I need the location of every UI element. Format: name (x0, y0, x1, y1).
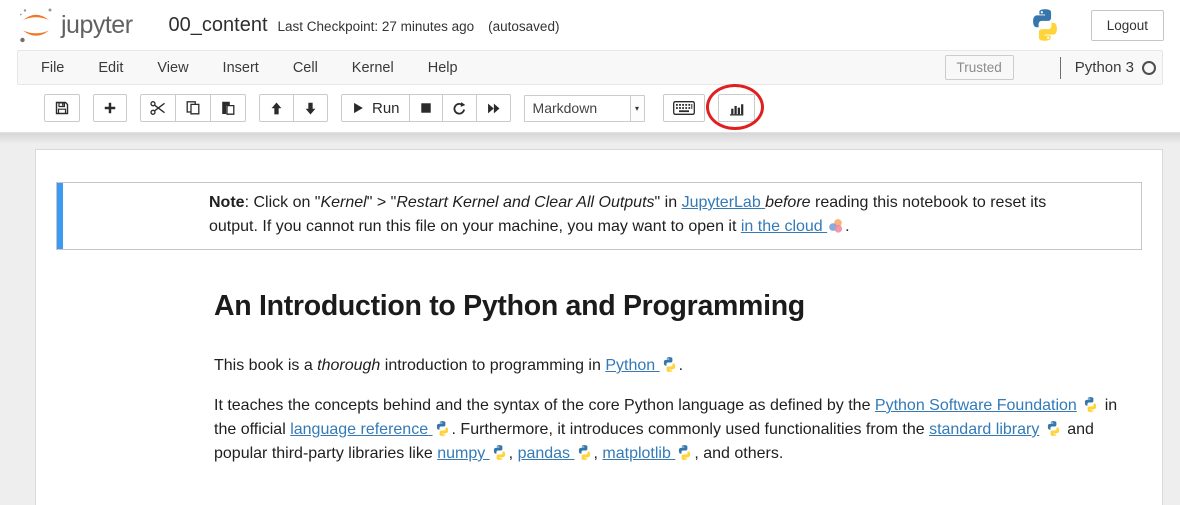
note-text: Note: Click on "Kernel" > "Restart Kerne… (209, 191, 1097, 239)
interrupt-kernel-button[interactable] (409, 94, 443, 122)
arrow-down-icon (303, 101, 318, 116)
text-segment: , and others. (694, 445, 783, 462)
text-segment: " > " (367, 194, 397, 211)
text-segment: . (679, 357, 683, 374)
copy-icon (185, 100, 201, 116)
python-icon (491, 444, 508, 461)
logout-button[interactable]: Logout (1091, 10, 1164, 41)
link-in-the-cloud[interactable]: in the cloud (741, 218, 827, 235)
save-button[interactable] (44, 94, 80, 122)
save-icon (54, 100, 70, 116)
page-title: An Introduction to Python and Programmin… (214, 290, 1122, 323)
scissors-icon (150, 100, 166, 116)
link-matplotlib[interactable]: matplotlib (602, 445, 675, 462)
menu-help[interactable]: Help (411, 51, 475, 84)
menu-file[interactable]: File (24, 51, 81, 84)
note-callout: Note: Click on "Kernel" > "Restart Kerne… (56, 182, 1142, 250)
python-icon (1082, 396, 1099, 413)
play-icon (351, 101, 365, 115)
paste-cell-button[interactable] (210, 94, 246, 122)
trusted-badge[interactable]: Trusted (945, 55, 1014, 80)
cloud-binder-icon (828, 218, 844, 234)
text-segment: before (765, 194, 810, 211)
move-cell-down-button[interactable] (293, 94, 328, 122)
text-segment: " in (655, 194, 682, 211)
copy-cell-button[interactable] (175, 94, 211, 122)
jupyter-logo-text: jupyter (61, 11, 133, 40)
jupyter-logo[interactable]: jupyter (16, 5, 133, 45)
fast-forward-icon (486, 101, 501, 116)
paste-icon (220, 100, 236, 116)
chart-tool-button[interactable] (718, 94, 755, 122)
menubar-container: File Edit View Insert Cell Kernel Help T… (0, 50, 1180, 85)
notebook-title[interactable]: 00_content (169, 14, 268, 37)
keyboard-icon (673, 101, 695, 115)
python-logo-icon (1027, 7, 1063, 43)
restart-run-all-button[interactable] (476, 94, 511, 122)
notebook-page: Note: Click on "Kernel" > "Restart Kerne… (35, 149, 1163, 505)
arrow-up-icon (269, 101, 284, 116)
kernel-name: Python 3 (1075, 59, 1134, 76)
add-cell-button[interactable] (93, 94, 127, 122)
text-segment: : Click on " (245, 194, 321, 211)
cell-type-select[interactable]: Markdown ▾ (524, 95, 645, 122)
restart-icon (452, 101, 467, 116)
jupyter-logo-icon (16, 5, 56, 45)
note-accent-bar (57, 183, 63, 249)
notebook-header: jupyter 00_content Last Checkpoint: 27 m… (0, 0, 1180, 50)
text-segment: Kernel (320, 194, 366, 211)
text-segment: . (845, 218, 849, 235)
command-palette-button[interactable] (663, 94, 705, 122)
menu-cell[interactable]: Cell (276, 51, 335, 84)
link-python[interactable]: Python (605, 357, 659, 374)
text-segment: Restart Kernel and Clear All Outputs (396, 194, 654, 211)
menubar: File Edit View Insert Cell Kernel Help T… (17, 50, 1163, 85)
link-standard-library[interactable]: standard library (929, 421, 1039, 438)
text-segment: It teaches the concepts behind and the s… (214, 397, 875, 414)
markdown-cell[interactable]: Note: Click on "Kernel" > "Restart Kerne… (36, 182, 1162, 496)
text-segment (1077, 397, 1081, 414)
text-segment: , (509, 445, 518, 462)
run-button-label: Run (372, 100, 400, 117)
python-icon (434, 420, 451, 437)
link-language-reference[interactable]: language reference (290, 421, 432, 438)
python-icon (576, 444, 593, 461)
python-icon (661, 356, 678, 373)
kernel-idle-icon (1142, 61, 1156, 75)
move-cell-up-button[interactable] (259, 94, 294, 122)
stop-icon (419, 101, 433, 115)
text-segment: introduction to programming in (380, 357, 605, 374)
link-pandas[interactable]: pandas (518, 445, 575, 462)
link-jupyterlab[interactable]: JupyterLab (682, 194, 766, 211)
text-segment (1039, 421, 1043, 438)
notebook-toolbar: Run Markdown ▾ (0, 85, 1180, 133)
menu-kernel[interactable]: Kernel (335, 51, 411, 84)
plus-icon (103, 101, 117, 115)
text-segment: Note (209, 194, 245, 211)
menu-edit[interactable]: Edit (81, 51, 140, 84)
details-paragraph: It teaches the concepts behind and the s… (214, 394, 1122, 466)
intro-paragraph: This book is a thorough introduction to … (214, 354, 1122, 378)
python-icon (1045, 420, 1062, 437)
menu-view[interactable]: View (140, 51, 205, 84)
cell-type-value: Markdown (525, 100, 630, 116)
text-segment: This book is a (214, 357, 317, 374)
bar-chart-icon (728, 100, 745, 117)
menubar-divider (1060, 57, 1061, 79)
text-segment: . Furthermore, it introduces commonly us… (452, 421, 930, 438)
notebook-workspace: Note: Click on "Kernel" > "Restart Kerne… (0, 133, 1180, 505)
select-arrow-icon: ▾ (630, 96, 644, 121)
autosave-status: (autosaved) (488, 19, 559, 34)
run-cell-button[interactable]: Run (341, 94, 410, 122)
restart-kernel-button[interactable] (442, 94, 477, 122)
checkpoint-status: Last Checkpoint: 27 minutes ago (278, 19, 475, 34)
python-icon (676, 444, 693, 461)
text-segment: thorough (317, 357, 380, 374)
link-python-software-foundation[interactable]: Python Software Foundation (875, 397, 1077, 414)
menu-insert[interactable]: Insert (206, 51, 276, 84)
cut-cell-button[interactable] (140, 94, 176, 122)
link-numpy[interactable]: numpy (437, 445, 489, 462)
